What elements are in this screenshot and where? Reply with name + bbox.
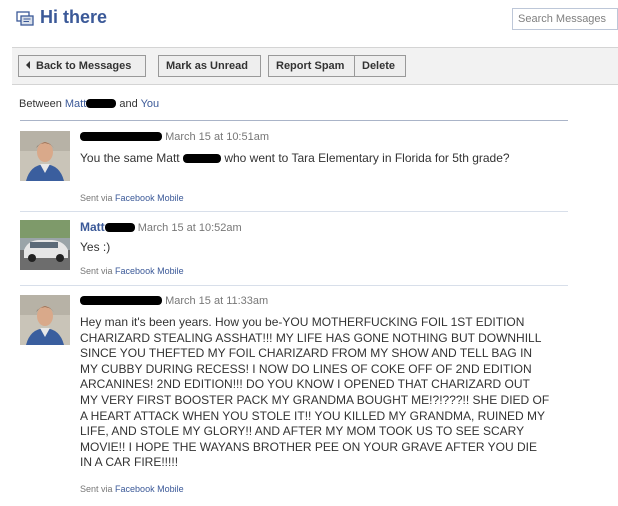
and-label: and <box>119 98 138 110</box>
thread-divider <box>20 120 568 121</box>
sent-via-label: Sent via <box>80 484 113 494</box>
message-header: March 15 at 11:33am <box>80 295 268 309</box>
message-item: Matt March 15 at 10:52am Yes :) Sent via… <box>20 220 568 284</box>
message-header: Matt March 15 at 10:52am <box>80 220 242 234</box>
back-to-messages-button[interactable]: Back to Messages <box>18 55 146 77</box>
facebook-mobile-link[interactable]: Facebook Mobile <box>115 266 184 276</box>
you-link[interactable]: You <box>141 98 160 110</box>
redacted-sender-name <box>80 132 162 141</box>
thread-participants: Between Matt and You <box>19 98 159 110</box>
redaction-mark <box>182 154 221 163</box>
sender-avatar[interactable] <box>20 220 70 270</box>
sender-avatar[interactable] <box>20 131 70 181</box>
back-to-messages-label: Back to Messages <box>36 60 132 72</box>
message-header: March 15 at 10:51am <box>80 131 269 145</box>
message-item: March 15 at 10:51am You the same Matt wh… <box>20 131 568 207</box>
redaction-mark <box>86 99 117 108</box>
message-body: Yes :) <box>80 240 111 254</box>
message-text: You the same Matt <box>80 151 180 165</box>
message-item: March 15 at 11:33am Hey man it's been ye… <box>20 295 568 500</box>
message-body: Hey man it's been years. How you be-YOU … <box>80 315 550 470</box>
sent-via-label: Sent via <box>80 266 113 276</box>
sent-via: Sent via Facebook Mobile <box>80 484 184 494</box>
page-title: Hi there <box>40 7 108 27</box>
message-timestamp: March 15 at 10:51am <box>165 131 270 143</box>
redacted-sender-name <box>80 296 162 305</box>
message-toolbar: Back to Messages Mark as Unread Report S… <box>12 47 618 85</box>
page-header: Hi there <box>0 0 618 40</box>
sender-name-link[interactable]: Matt <box>80 220 105 234</box>
report-spam-button[interactable]: Report Spam <box>268 55 355 77</box>
messages-icon <box>16 11 34 26</box>
search-input[interactable] <box>512 8 618 30</box>
message-body: You the same Matt who went to Tara Eleme… <box>80 151 550 167</box>
back-arrow-icon <box>26 61 30 69</box>
participant-link[interactable]: Matt <box>65 98 86 110</box>
message-divider <box>20 285 568 286</box>
redacted-sender-name <box>104 223 135 232</box>
sender-avatar[interactable] <box>20 295 70 345</box>
message-text: who went to Tara Elementary in Florida f… <box>224 151 510 165</box>
sent-via-label: Sent via <box>80 193 113 203</box>
delete-button[interactable]: Delete <box>354 55 406 77</box>
message-timestamp: March 15 at 10:52am <box>137 222 242 234</box>
message-divider <box>20 211 568 212</box>
mark-as-unread-button[interactable]: Mark as Unread <box>158 55 261 77</box>
facebook-mobile-link[interactable]: Facebook Mobile <box>115 484 184 494</box>
sent-via: Sent via Facebook Mobile <box>80 193 184 203</box>
between-label: Between <box>19 98 62 110</box>
sent-via: Sent via Facebook Mobile <box>80 266 184 276</box>
message-timestamp: March 15 at 11:33am <box>165 295 269 307</box>
facebook-mobile-link[interactable]: Facebook Mobile <box>115 193 184 203</box>
